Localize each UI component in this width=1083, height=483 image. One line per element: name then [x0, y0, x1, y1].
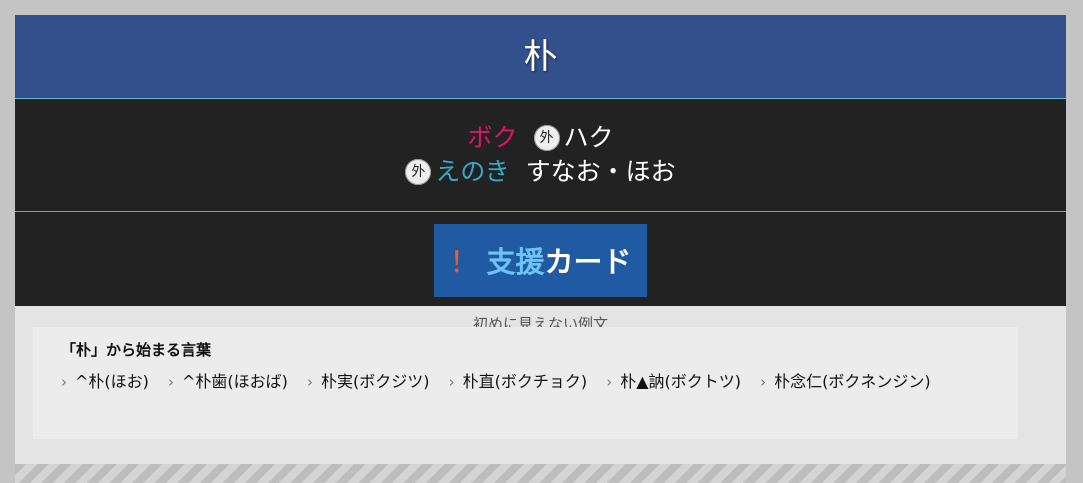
chevron-right-icon: › [448, 373, 455, 391]
striped-footer [15, 464, 1066, 483]
outside-reading-badge: 外 [405, 159, 432, 185]
extra-reading: ハク [563, 123, 614, 152]
word-link[interactable]: › 朴▲訥(ボクトツ) [606, 372, 741, 391]
support-area: ！ 支援 カード [15, 212, 1066, 306]
support-label-blue: 支援 [486, 245, 545, 279]
related-words-title: 「朴」から始まる言葉 [61, 341, 212, 359]
word-link[interactable]: › ^朴(ほお) [61, 372, 149, 391]
nanori-reading: すなお・ほお [525, 157, 676, 186]
chevron-right-icon: › [760, 373, 767, 391]
reading-line-2: 外 えのき すなお・ほお [405, 155, 676, 189]
readings-section: ボク 外 ハク 外 えのき すなお・ほお [15, 99, 1066, 212]
on-reading: ボク [467, 123, 518, 152]
word-link[interactable]: › ^朴歯(ほおば) [168, 372, 288, 391]
reading-line-1: ボク 外 ハク [467, 121, 613, 155]
support-label-white: カード [544, 245, 632, 279]
word-link[interactable]: › 朴直(ボクチョク) [449, 372, 588, 391]
chevron-right-icon: › [606, 373, 613, 391]
chevron-right-icon: › [168, 373, 174, 391]
chevron-right-icon: › [307, 373, 313, 391]
word-link[interactable]: › 朴実(ボクジツ) [307, 372, 430, 391]
support-card-button[interactable]: ！ 支援 カード [434, 223, 647, 297]
kanji-header: 朴 [15, 15, 1066, 99]
chevron-right-icon: › [61, 373, 67, 391]
word-link[interactable]: › 朴念仁(ボクネンジン) [760, 372, 931, 391]
related-words-list: › ^朴(ほお) › ^朴歯(ほおば) › 朴実(ボクジツ) › 朴直(ボクチョク) ›… [61, 368, 994, 396]
kanji-title: 朴 [523, 36, 558, 77]
exclamation-icon: ！ [449, 245, 479, 279]
kun-reading: えのき [435, 157, 510, 186]
outside-reading-badge: 外 [533, 125, 560, 151]
related-words-box: 「朴」から始まる言葉 › ^朴(ほお) › ^朴歯(ほおば) › 朴実(ボクジツ) ›… [33, 327, 1018, 439]
